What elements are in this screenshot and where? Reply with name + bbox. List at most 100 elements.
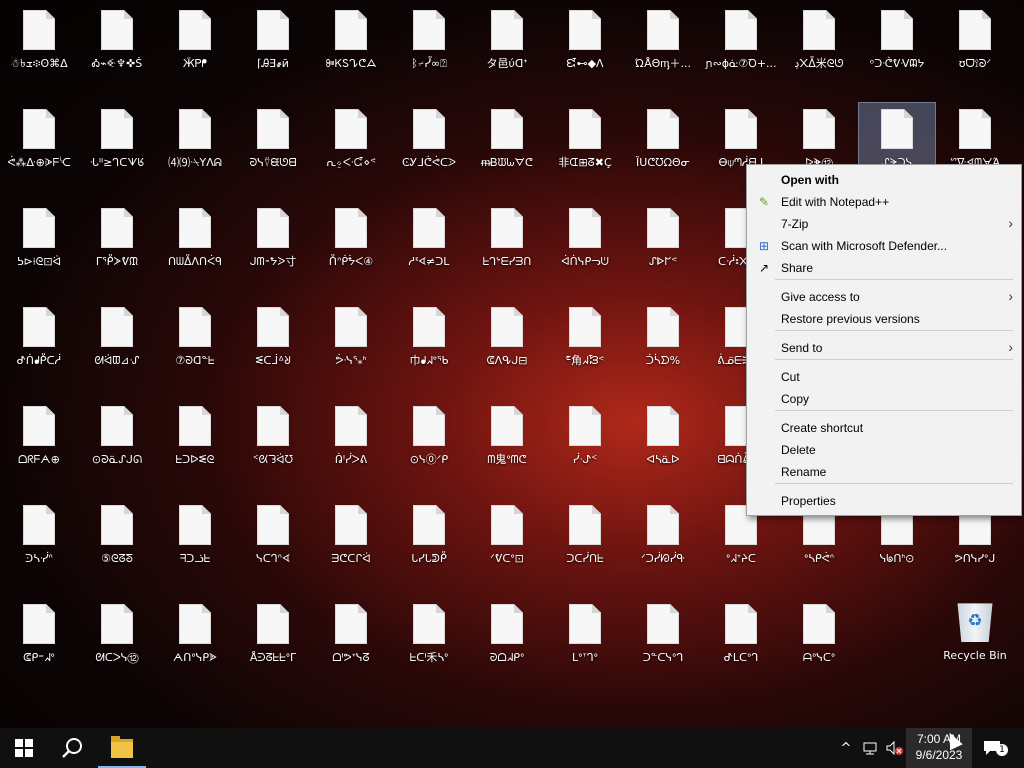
desktop-file-icon[interactable]: ⊙ᘐᓏᔑᒍᘏ — [79, 400, 155, 496]
desktop-file-icon[interactable]: ꔼᏦᏚᖊᕦᗋ — [313, 4, 389, 100]
desktop-file-icon[interactable]: ᔑᐈᖸᕝ — [625, 202, 701, 298]
desktop-file-icon[interactable]: ᵒᑐᕨᕓᐺᗼᔭ — [859, 4, 935, 100]
menu-item-edit-with-notepad[interactable]: ✎ Edit with Notepad++ — [747, 191, 1021, 213]
desktop-file-icon[interactable]: ᒐᓯᒐᕲᑬ — [391, 499, 467, 595]
desktop-file-icon[interactable]: ᐊᓴᓏᐅ — [625, 400, 701, 496]
desktop-file-icon[interactable]: ᓬᑕᒨᐞᖈ — [235, 301, 311, 397]
desktop-file-icon[interactable]: ᐟᑐᓰᘗᓰᑵ — [625, 499, 701, 595]
menu-item-create-shortcut[interactable]: Create shortcut — [747, 417, 1021, 439]
desktop-file-icon[interactable]: ᗱᕦᑕᒋᐛ — [313, 499, 389, 595]
menu-item-delete[interactable]: Delete — [747, 439, 1021, 461]
recycle-bin[interactable]: ♻ Recycle Bin — [937, 598, 1013, 694]
show-hidden-icons-button[interactable]: ^ — [836, 728, 856, 768]
menu-item-rename[interactable]: Rename — [747, 461, 1021, 483]
desktop-file-icon[interactable]: ɲ∾ɸᓎ⑦Ꝺ+... — [703, 4, 779, 100]
desktop-file-icon[interactable]: ʊᗜ⟟ᘐᐟ — [937, 4, 1013, 100]
file-icon — [23, 10, 55, 50]
menu-item-cut[interactable]: Cut — [747, 366, 1021, 388]
desktop-file-icon[interactable]: ᐟᕓᑕᐤ⊡ — [469, 499, 545, 595]
file-label: ϾᎩᒧᕧᕚᑕᐷ — [401, 156, 457, 169]
menu-item-properties[interactable]: Properties — [747, 490, 1021, 512]
network-icon[interactable] — [860, 728, 882, 768]
desktop-file-icon[interactable]: ᒥᕾᗆᕓᙢ — [79, 202, 155, 298]
desktop-file-icon[interactable]: ڍ᙭ᐂ米ᘓᘎ — [781, 4, 857, 100]
file-explorer-button[interactable] — [98, 728, 146, 768]
desktop-file-icon[interactable]: ⊙ᓭ⓪ᐟᑭ — [391, 400, 467, 496]
desktop-file-icon[interactable]: ᗰ鬼ᐤᗰᕦ — [469, 400, 545, 496]
desktop-file-icon[interactable]: ᕳᑭ⁼ᖽᐤ — [1, 598, 77, 694]
desktop-file-icon[interactable]: ᓭᑕᒉᐢᗏ — [235, 499, 311, 595]
desktop-file-icon[interactable]: ᖶᑐᐅᓬᘓ — [157, 400, 233, 496]
clock[interactable]: 7:00 AM 9/6/2023 — [906, 728, 972, 768]
file-icon — [647, 604, 679, 644]
desktop-file-icon[interactable]: ⑤ᘓᘔᘕ — [79, 499, 155, 595]
desktop-file-icon[interactable]: ᘛᐛᗵ⊿ᔙ — [79, 301, 155, 397]
desktop-file-icon[interactable]: ᒍᗰ⁃ᖬᐷ寸 — [235, 202, 311, 298]
desktop-file-icon[interactable]: ᗝᖇᖴᗅ⊕ — [1, 400, 77, 496]
desktop-file-icon[interactable]: ⌈ᎯƎ҂ӣ — [235, 4, 311, 100]
desktop-file-icon[interactable]: ᑉᘡᘊᐛᘮ — [235, 400, 311, 496]
desktop-file-icon[interactable]: ᘿ⊷◆ᐱ — [547, 4, 623, 100]
desktop-file-icon[interactable]: ȈᑌᕦᘮᘯΘᓂ — [625, 103, 701, 199]
desktop-file-icon[interactable]: ᖶᑕᑊ禾ᓴᐤ — [391, 598, 467, 694]
desktop-file-icon[interactable]: ᘒᗝᖽᑭᐤ — [469, 598, 545, 694]
desktop-file-icon[interactable]: ΏÅΘᶆ＋... — [625, 4, 701, 100]
desktop-file-icon[interactable]: ᵯᏴᙡᘈᗊᕦ — [469, 103, 545, 199]
desktop-file-icon[interactable]: ☃৳ܫ፨ʘ⌘ᐃ — [1, 4, 77, 100]
volume-muted-icon[interactable] — [884, 728, 906, 768]
desktop-file-icon[interactable]: 巾ᖱᖽᐤᖃ — [391, 301, 467, 397]
desktop-file-icon[interactable]: ᓰᐧᖌᑉ — [547, 400, 623, 496]
desktop-file-icon[interactable]: 非ᗭ⊞ᘔ✖Ç — [547, 103, 623, 199]
desktop-file-icon[interactable]: ᗩᐤᓭᑕᐤ — [781, 598, 857, 694]
file-label: ᑔᓴᓺᐢ — [25, 552, 53, 565]
desktop-file-icon[interactable]: ϾᎩᒧᕧᕚᑕᐷ — [391, 103, 467, 199]
menu-item-7-zip[interactable]: 7-Zip › — [747, 213, 1021, 235]
windows-logo-icon — [15, 739, 33, 757]
desktop-file-icon[interactable]: ᒪᐤᐪᒉᐤ — [547, 598, 623, 694]
desktop-file-icon[interactable]: ᗝᑊᕗᐩᓭᘔ — [313, 598, 389, 694]
desktop-file-icon[interactable]: ᕷᒪᑕᐤᒉ — [703, 598, 779, 694]
menu-item-share[interactable]: ↗ Share — [747, 257, 1021, 279]
desktop-file-icon[interactable]: ᖶᒉᔾᗴᓯᗱᑎ — [469, 202, 545, 298]
desktop-file-icon[interactable]: ᘛᑕᐳᓭ⑫ — [79, 598, 155, 694]
desktop-file-icon[interactable]: ᕆ⍚ᑅᘹ⋄ᕝ — [313, 103, 389, 199]
desktop-file-icon[interactable]: ᕳᐱᕴᒍ⊟ — [469, 301, 545, 397]
desktop-file-icon[interactable]: ᕚ⁂ᐏ⊕ᗇᖴᔍ — [1, 103, 77, 199]
search-button[interactable] — [48, 728, 96, 768]
desktop-file-icon[interactable]: ᖟ角ᖽᘽᕝ — [547, 301, 623, 397]
menu-item-restore-previous-versions[interactable]: Restore previous versions — [747, 308, 1021, 330]
desktop-file-icon[interactable]: ᘒᓭ⍢ᙙᘎᗺ — [235, 103, 311, 199]
file-label: ᐟᑐᓰᘗᓰᑵ — [641, 552, 685, 565]
file-label: ᘒᓭ⍢ᙙᘎᗺ — [249, 156, 297, 169]
desktop-file-icon[interactable]: ᕷᑏᖱᑬᑕᓲ — [1, 301, 77, 397]
desktop-file-icon[interactable]: ⑷⑼ᐧ⍀ΥΛᕱ — [157, 103, 233, 199]
menu-item-open-with[interactable]: Open with — [747, 169, 1021, 191]
desktop-file-icon[interactable]: ᕘᓶᕐ⁎ᑋ — [313, 301, 389, 397]
menu-item-copy[interactable]: Copy — [747, 388, 1021, 410]
file-icon — [179, 604, 211, 644]
desktop-file-icon[interactable]: ⑦ᘐᗡᓐᖶ — [157, 301, 233, 397]
desktop-file-icon[interactable]: ᓱᓫᗏ≠ᑐᒪ — [391, 202, 467, 298]
desktop-file-icon[interactable]: ᕣᑊᓰᐳᕕ — [313, 400, 389, 496]
desktop-file-icon[interactable]: ᑐᓐᑕᓭᐤᒉ — [625, 598, 701, 694]
desktop-file-icon[interactable]: ᑎᗯᐂᐱᑎᐹᑫ — [157, 202, 233, 298]
desktop-file-icon[interactable]: ᑔᓴᓺᐢ — [1, 499, 77, 595]
desktop-file-icon[interactable]: Ꭳ⌁ꔾ♆✜Ṡ — [79, 4, 155, 100]
file-icon — [179, 505, 211, 545]
desktop-file-icon[interactable]: ᑍᐢᑮᖭᐸ④ — [313, 202, 389, 298]
menu-item-send-to[interactable]: Send to › — [747, 337, 1021, 359]
desktop-file-icon[interactable]: ᐋᑏᓭᑭᓓᕫ — [547, 202, 623, 298]
desktop-file-icon[interactable]: ᛒ⌿ᓮ∞⍰ — [391, 4, 467, 100]
desktop-file-icon[interactable]: ᑐᑕᓰᑎᖶ — [547, 499, 623, 595]
desktop-file-icon[interactable]: ᗅᑎᐤᓭᑭᗎ — [157, 598, 233, 694]
menu-item-scan-with-microsoft-defender[interactable]: ⊞ Scan with Microsoft Defender... — [747, 235, 1021, 257]
menu-item-give-access-to[interactable]: Give access to › — [747, 286, 1021, 308]
desktop-file-icon[interactable]: ᕊ⊳⟊ᘓ⊡ᐛ — [1, 202, 77, 298]
desktop-file-icon[interactable]: ᑑᓵᗤ% — [625, 301, 701, 397]
desktop-file-icon[interactable]: ӜᏢᖰ — [157, 4, 233, 100]
start-button[interactable] — [0, 728, 48, 768]
desktop-file-icon[interactable]: ᒜᐦ≥ᒉᑕᗐᖉ — [79, 103, 155, 199]
desktop-file-icon[interactable]: タ邑ύᗡᐩ — [469, 4, 545, 100]
desktop-file-icon[interactable]: ᖷᑐᓘᖶ — [157, 499, 233, 595]
desktop-file-icon[interactable]: ÅᕭᘔᖶᖶᐤΓ — [235, 598, 311, 694]
